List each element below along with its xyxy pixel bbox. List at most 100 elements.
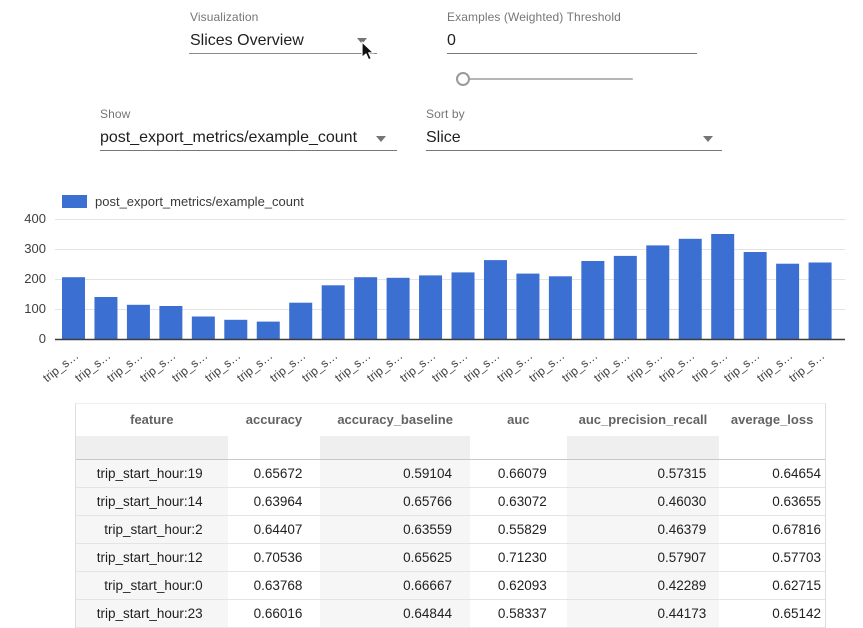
threshold-underline (447, 53, 697, 54)
metrics-table[interactable]: featureaccuracyaccuracy_baselineaucauc_p… (75, 403, 826, 628)
table-cell: 0.46379 (567, 516, 720, 543)
table-cell: 0.67816 (719, 516, 825, 543)
bar-10[interactable] (387, 278, 410, 339)
bar-11[interactable] (419, 275, 442, 339)
table-cell: trip_start_hour:23 (76, 600, 228, 627)
bar-13[interactable] (484, 260, 507, 339)
table-cell: 0.64844 (320, 600, 470, 627)
table-cell: 0.64407 (228, 516, 321, 543)
y-axis-tick-label: 400 (4, 211, 46, 226)
y-axis-tick-label: 300 (4, 241, 46, 256)
table-cell: 0.63768 (228, 572, 321, 599)
show-underline (100, 150, 397, 151)
column-header-feature[interactable]: feature (76, 404, 228, 436)
table-row[interactable]: trip_start_hour:00.637680.666670.620930.… (76, 572, 825, 600)
show-label: Show (100, 107, 357, 121)
bar-9[interactable] (354, 277, 377, 339)
filter-cell (320, 436, 470, 459)
bar-21[interactable] (744, 252, 767, 339)
visualization-underline (189, 53, 377, 54)
bar-19[interactable] (679, 239, 702, 339)
visualization-select[interactable]: Slices Overview (190, 32, 304, 50)
sort-by-control: Sort by Slice (426, 107, 465, 147)
table-cell: 0.57315 (567, 460, 720, 487)
bar-1[interactable] (94, 297, 117, 339)
table-cell: 0.57703 (719, 544, 825, 571)
table-cell: 0.44173 (567, 600, 720, 627)
table-cell: 0.70536 (228, 544, 321, 571)
legend-swatch-icon (62, 195, 87, 208)
table-cell: trip_start_hour:19 (76, 460, 228, 487)
table-cell: 0.66016 (228, 600, 321, 627)
table-cell: 0.65766 (320, 488, 470, 515)
bar-17[interactable] (614, 256, 637, 339)
sort-by-select[interactable]: Slice (426, 129, 465, 147)
table-cell: 0.59104 (320, 460, 470, 487)
bar-0[interactable] (62, 277, 85, 339)
bar-5[interactable] (224, 320, 247, 339)
table-row[interactable]: trip_start_hour:230.660160.648440.583370… (76, 600, 825, 628)
sort-by-underline (426, 150, 722, 151)
table-cell: 0.63559 (320, 516, 470, 543)
table-cell: 0.46030 (567, 488, 720, 515)
bar-16[interactable] (581, 261, 604, 339)
mouse-cursor-icon (359, 40, 376, 63)
show-chevron-down-icon[interactable] (376, 136, 386, 142)
legend-label: post_export_metrics/example_count (95, 194, 304, 209)
bar-15[interactable] (549, 276, 572, 339)
bar-20[interactable] (711, 234, 734, 339)
visualization-control: Visualization Slices Overview (190, 10, 304, 50)
column-header-average_loss[interactable]: average_loss (719, 404, 825, 436)
table-cell: trip_start_hour:12 (76, 544, 228, 571)
bar-7[interactable] (289, 303, 312, 339)
table-row[interactable]: trip_start_hour:20.644070.635590.558290.… (76, 516, 825, 544)
bar-2[interactable] (127, 305, 150, 339)
show-control: Show post_export_metrics/example_count (100, 107, 357, 147)
table-cell: 0.65625 (320, 544, 470, 571)
column-header-auc_precision_recall[interactable]: auc_precision_recall (567, 404, 720, 436)
sort-by-chevron-down-icon[interactable] (703, 136, 713, 142)
bar-12[interactable] (452, 272, 475, 339)
table-cell: trip_start_hour:14 (76, 488, 228, 515)
table-cell: 0.58337 (470, 600, 567, 627)
table-cell: 0.65672 (228, 460, 321, 487)
bar-4[interactable] (192, 317, 215, 340)
table-header-row: featureaccuracyaccuracy_baselineaucauc_p… (76, 404, 825, 436)
chart-plot-area[interactable] (0, 210, 863, 350)
table-cell: 0.55829 (470, 516, 567, 543)
table-row[interactable]: trip_start_hour:140.639640.657660.630720… (76, 488, 825, 516)
table-cell: trip_start_hour:0 (76, 572, 228, 599)
example-count-bar-chart[interactable]: 0100200300400trip_s…trip_s…trip_s…trip_s… (0, 210, 863, 410)
bar-14[interactable] (516, 274, 539, 339)
threshold-slider-track[interactable] (457, 78, 633, 80)
filter-cell (76, 436, 228, 459)
bar-6[interactable] (257, 322, 280, 339)
visualization-label: Visualization (190, 10, 304, 24)
chart-legend: post_export_metrics/example_count (62, 194, 304, 209)
table-cell: 0.62715 (719, 572, 825, 599)
table-cell: 0.71230 (470, 544, 567, 571)
show-select[interactable]: post_export_metrics/example_count (100, 129, 357, 147)
sort-by-label: Sort by (426, 107, 465, 121)
bar-23[interactable] (809, 263, 832, 340)
table-cell: 0.63655 (719, 488, 825, 515)
table-cell: 0.64654 (719, 460, 825, 487)
column-header-accuracy[interactable]: accuracy (228, 404, 321, 436)
threshold-control: Examples (Weighted) Threshold 0 (447, 10, 621, 50)
table-cell: 0.66667 (320, 572, 470, 599)
filter-cell (567, 436, 720, 459)
bar-22[interactable] (776, 264, 799, 339)
threshold-slider-thumb[interactable] (456, 72, 470, 86)
bar-18[interactable] (646, 245, 669, 339)
column-header-accuracy_baseline[interactable]: accuracy_baseline (320, 404, 470, 436)
filter-cell (470, 436, 567, 459)
threshold-input[interactable]: 0 (447, 32, 621, 50)
table-row[interactable]: trip_start_hour:190.656720.591040.660790… (76, 460, 825, 488)
table-cell: 0.66079 (470, 460, 567, 487)
table-cell: 0.63964 (228, 488, 321, 515)
column-header-auc[interactable]: auc (470, 404, 567, 436)
bar-3[interactable] (159, 306, 182, 339)
table-row[interactable]: trip_start_hour:120.705360.656250.71230 0… (76, 544, 825, 572)
bar-8[interactable] (322, 285, 345, 339)
threshold-label: Examples (Weighted) Threshold (447, 10, 621, 24)
